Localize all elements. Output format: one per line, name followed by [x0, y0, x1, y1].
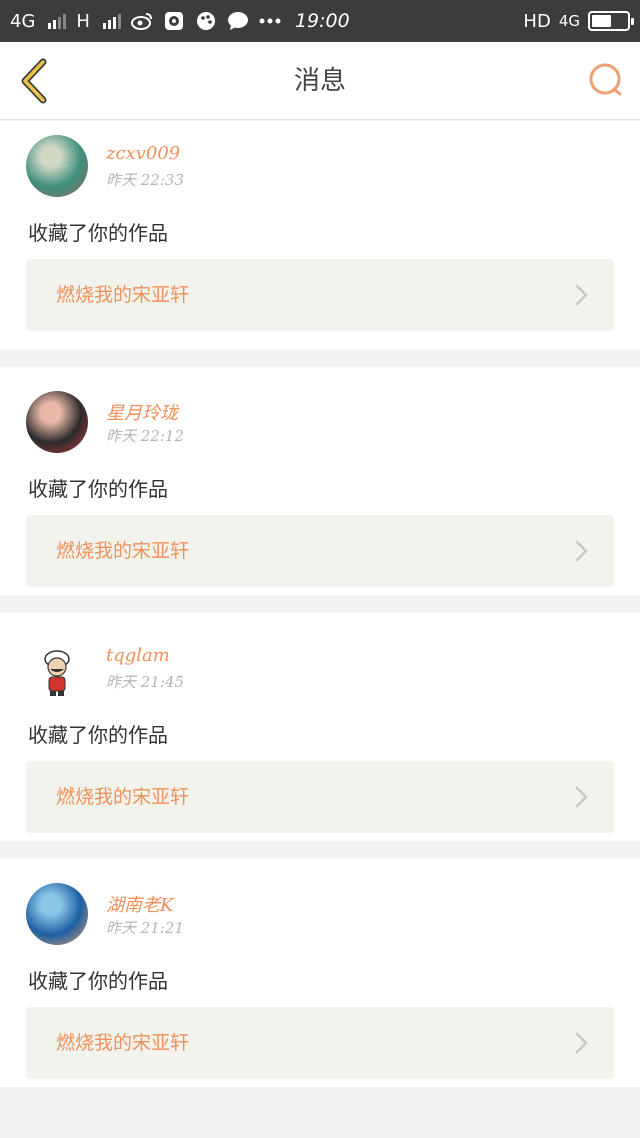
status-bar: 4G H 19:00 HD 4G	[0, 0, 640, 42]
work-link[interactable]: 燃烧我的宋亚轩	[26, 515, 614, 587]
username[interactable]: 星月玲珑	[106, 399, 178, 425]
message-action: 收藏了你的作品	[28, 723, 168, 747]
chevron-right-icon	[575, 540, 588, 562]
network-label-4g: 4G	[10, 10, 36, 32]
message-action: 收藏了你的作品	[28, 477, 168, 501]
network-label-h: H	[76, 10, 90, 32]
message-action: 收藏了你的作品	[28, 969, 168, 993]
more-icon	[259, 10, 281, 32]
message-card: 湖南老K 昨天 21:21 收藏了你的作品 燃烧我的宋亚轩	[0, 859, 640, 1087]
search-icon	[589, 63, 622, 96]
message-action: 收藏了你的作品	[28, 221, 168, 245]
chevron-right-icon	[575, 786, 588, 808]
avatar[interactable]	[26, 883, 88, 945]
signal-icon-2	[102, 13, 121, 29]
work-title: 燃烧我的宋亚轩	[56, 786, 190, 808]
work-link[interactable]: 燃烧我的宋亚轩	[26, 259, 614, 331]
work-title: 燃烧我的宋亚轩	[56, 540, 190, 562]
avatar[interactable]	[26, 637, 88, 699]
hd-label: HD	[523, 10, 551, 32]
nav-bar: 消息	[0, 42, 640, 120]
username[interactable]: 湖南老K	[106, 891, 173, 917]
search-button[interactable]	[586, 60, 626, 100]
battery-icon	[588, 11, 634, 31]
work-title: 燃烧我的宋亚轩	[56, 1032, 190, 1054]
page-title: 消息	[293, 66, 346, 96]
chevron-right-icon	[575, 1032, 588, 1054]
message-list: zcxv009 昨天 22:33 收藏了你的作品 燃烧我的宋亚轩 星月玲珑 昨天…	[0, 121, 640, 1105]
avatar[interactable]	[26, 391, 88, 453]
message-time: 昨天 21:21	[106, 919, 184, 937]
signal-icon	[48, 13, 67, 29]
weibo-icon	[130, 10, 153, 32]
message-time: 昨天 22:33	[106, 171, 184, 189]
work-link[interactable]: 燃烧我的宋亚轩	[26, 761, 614, 833]
message-card: 星月玲珑 昨天 22:12 收藏了你的作品 燃烧我的宋亚轩	[0, 367, 640, 595]
chat-icon	[227, 10, 249, 32]
palette-icon	[195, 10, 217, 32]
app-icon	[163, 10, 185, 32]
message-time: 昨天 21:45	[106, 673, 184, 691]
message-time: 昨天 22:12	[106, 427, 184, 445]
clock: 19:00	[294, 10, 350, 32]
work-link[interactable]: 燃烧我的宋亚轩	[26, 1007, 614, 1079]
username[interactable]: zcxv009	[106, 143, 180, 164]
network-label-right: 4G	[558, 12, 580, 30]
username[interactable]: tqglam	[106, 645, 170, 666]
message-card: zcxv009 昨天 22:33 收藏了你的作品 燃烧我的宋亚轩	[0, 121, 640, 349]
avatar[interactable]	[26, 135, 88, 197]
work-title: 燃烧我的宋亚轩	[56, 284, 190, 306]
chevron-right-icon	[575, 284, 588, 306]
message-card: tqglam 昨天 21:45 收藏了你的作品 燃烧我的宋亚轩	[0, 613, 640, 841]
